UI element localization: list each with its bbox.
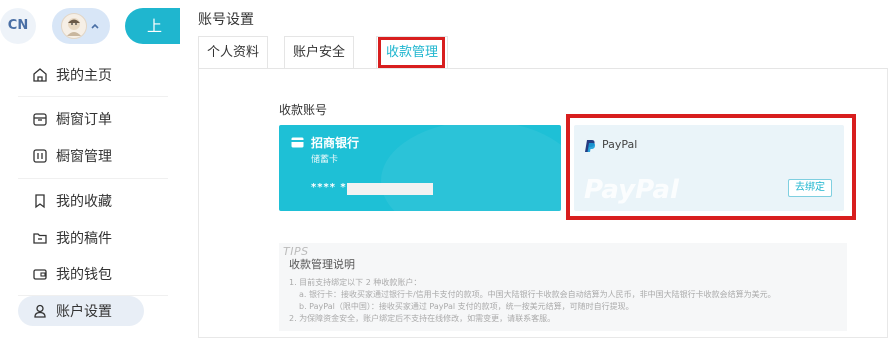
sidebar-item-label: 橱窗管理 [56, 149, 112, 165]
sidebar-item-orders[interactable]: 橱窗订单 [18, 104, 144, 134]
wallet-icon [33, 269, 47, 280]
sidebar-item-showcase[interactable]: 橱窗管理 [18, 141, 144, 171]
paypal-card: PayPal PayPal 去绑定 [574, 125, 844, 211]
tip-line: b. PayPal（限中国）：接收买家通过 PayPal 支付的款项，统一按美元… [299, 302, 634, 311]
paypal-watermark: PayPal [584, 175, 679, 205]
user-icon [34, 304, 46, 318]
tip-line: 1. 目前支持绑定以下 2 种收款账户： [289, 278, 422, 287]
tip-line: a. 银行卡：接收买家通过银行卡/信用卡支付的款项。中国大陆银行卡收款会自动结算… [299, 290, 776, 299]
divider [18, 96, 168, 97]
card-icon [291, 137, 304, 148]
bookmark-icon [35, 194, 45, 209]
card-decoration [381, 125, 561, 211]
card-type: 储蓄卡 [311, 155, 339, 165]
sidebar-item-account-settings[interactable]: 账户设置 [18, 296, 144, 326]
bank-card[interactable]: 招商银行 储蓄卡 **** * [279, 125, 561, 211]
user-menu[interactable] [52, 8, 110, 44]
sidebar-item-label: 橱窗订单 [56, 112, 112, 128]
upload-button[interactable]: 上 [125, 8, 180, 44]
sidebar-item-label: 我的钱包 [56, 267, 112, 283]
folder-icon [33, 233, 47, 244]
bind-button[interactable]: 去绑定 [788, 179, 832, 197]
order-icon [33, 113, 47, 126]
tips-box: TIPS 收款管理说明 1. 目前支持绑定以下 2 种收款账户： a. 银行卡：… [279, 243, 847, 331]
section-label: 收款账号 [279, 103, 328, 117]
bank-name: 招商银行 [311, 136, 360, 150]
chevron-up-icon [91, 23, 99, 29]
app-root: CN 上 我的主页 橱窗订单 橱窗管理 我的收藏 我的稿件 我的钱包 账户设置 … [0, 0, 895, 348]
tab-security[interactable]: 账户安全 [284, 36, 354, 68]
card-number: **** * [311, 182, 347, 193]
tips-title: 收款管理说明 [289, 258, 355, 271]
avatar [61, 13, 87, 39]
paypal-name: PayPal [602, 138, 638, 151]
sidebar-item-drafts[interactable]: 我的稿件 [18, 223, 144, 253]
sidebar-item-label: 我的稿件 [56, 231, 112, 247]
sidebar-item-favorites[interactable]: 我的收藏 [18, 186, 144, 216]
tab-profile[interactable]: 个人资料 [198, 36, 268, 68]
tip-line: 2. 为保障资金安全，账户绑定后不支持在线修改，如需变更，请联系客服。 [289, 314, 556, 323]
payment-panel: 收款账号 招商银行 储蓄卡 **** * PayPal PayPal 去绑定 T… [198, 68, 888, 338]
sidebar-item-home[interactable]: 我的主页 [18, 60, 144, 90]
sidebar-item-wallet[interactable]: 我的钱包 [18, 259, 144, 289]
main-content: 账号设置 个人资料 账户安全 收款管理 收款账号 招商银行 储蓄卡 **** * [190, 0, 895, 348]
sidebar-item-label: 账户设置 [56, 304, 112, 320]
divider [18, 178, 168, 179]
masked-card-number [347, 183, 433, 195]
paypal-logo-icon [585, 140, 596, 152]
page-title: 账号设置 [198, 12, 254, 28]
manage-icon [33, 149, 47, 163]
sidebar-item-label: 我的收藏 [56, 194, 112, 210]
language-switch[interactable]: CN [0, 8, 36, 44]
home-icon [33, 68, 47, 82]
tab-payment-management[interactable]: 收款管理 [376, 36, 448, 68]
sidebar-item-label: 我的主页 [56, 68, 112, 84]
